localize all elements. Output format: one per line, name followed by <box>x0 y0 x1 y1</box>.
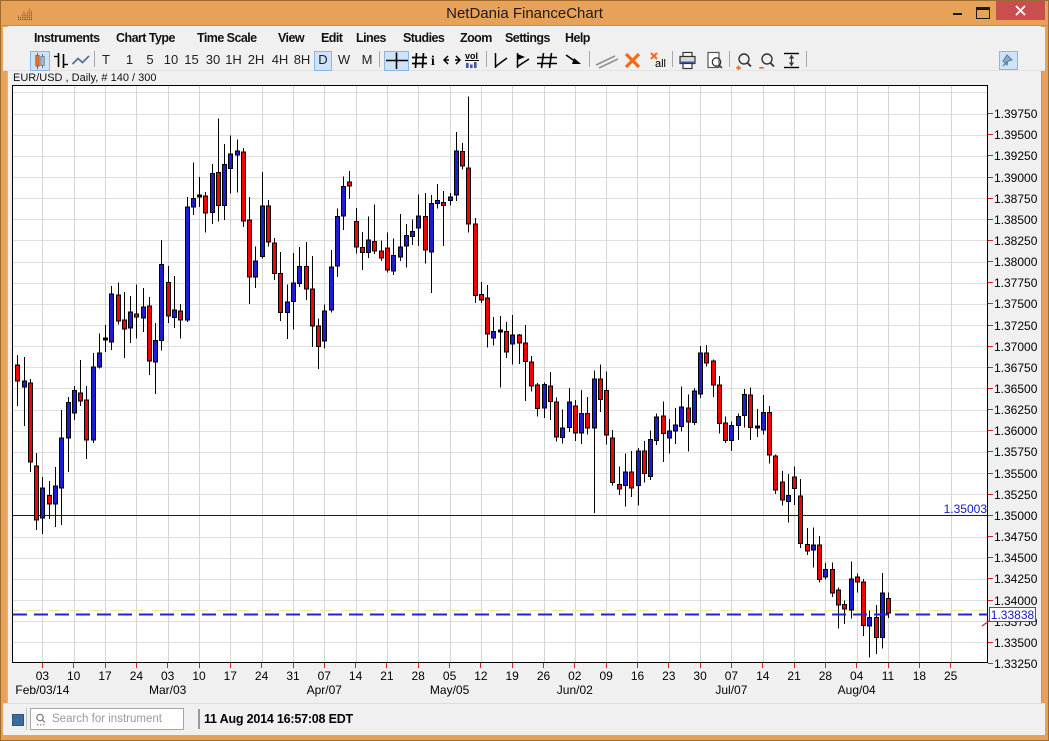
svg-text:vol: vol <box>465 51 478 61</box>
svg-text:all: all <box>655 58 666 70</box>
